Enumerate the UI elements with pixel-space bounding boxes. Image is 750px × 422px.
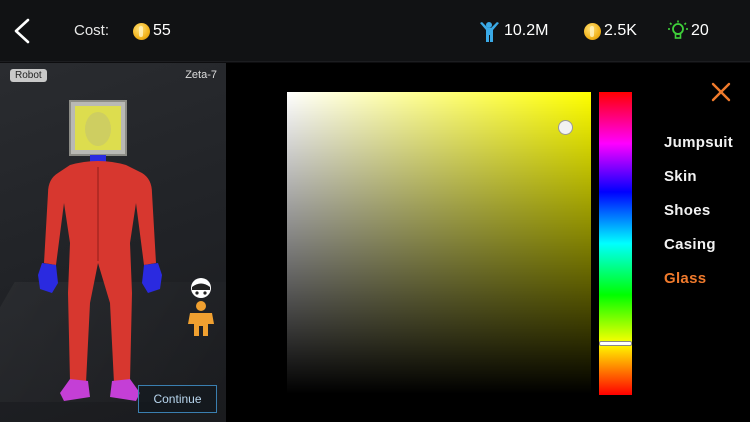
saturation-value-picker[interactable]	[287, 92, 591, 394]
continue-button[interactable]: Continue	[138, 385, 217, 413]
close-icon[interactable]	[710, 81, 732, 103]
fans-value: 10.2M	[504, 22, 549, 39]
coin-icon	[584, 23, 601, 40]
hue-slider[interactable]	[599, 92, 632, 395]
hue-slider-handle[interactable]	[599, 341, 632, 346]
part-item-skin[interactable]: Skin	[664, 167, 733, 201]
character-name: Zeta-7	[185, 69, 217, 81]
robot-character[interactable]	[30, 93, 170, 409]
part-item-jumpsuit[interactable]: Jumpsuit	[664, 133, 733, 167]
color-picker-handle[interactable]	[558, 120, 573, 135]
ideas-value: 20	[691, 22, 709, 39]
type-badge: Robot	[10, 69, 47, 82]
part-item-shoes[interactable]: Shoes	[664, 201, 733, 235]
character-preview: Robot Zeta-7 Continue	[0, 63, 226, 422]
cost-value: 55	[153, 22, 171, 39]
coin-icon	[133, 23, 150, 40]
pose-icon[interactable]	[184, 276, 218, 336]
fans-icon	[480, 22, 499, 42]
part-list: Jumpsuit Skin Shoes Casing Glass	[664, 133, 733, 303]
cost-label: Cost:	[74, 22, 110, 39]
back-arrow-icon[interactable]	[10, 16, 36, 46]
part-item-glass[interactable]: Glass	[664, 269, 733, 303]
color-editor: Jumpsuit Skin Shoes Casing Glass	[226, 63, 750, 422]
coins-value: 2.5K	[604, 22, 637, 39]
bulb-icon	[668, 20, 688, 39]
part-item-casing[interactable]: Casing	[664, 235, 733, 269]
top-bar: Cost: 55 10.2M 2.5K 20	[0, 0, 750, 62]
